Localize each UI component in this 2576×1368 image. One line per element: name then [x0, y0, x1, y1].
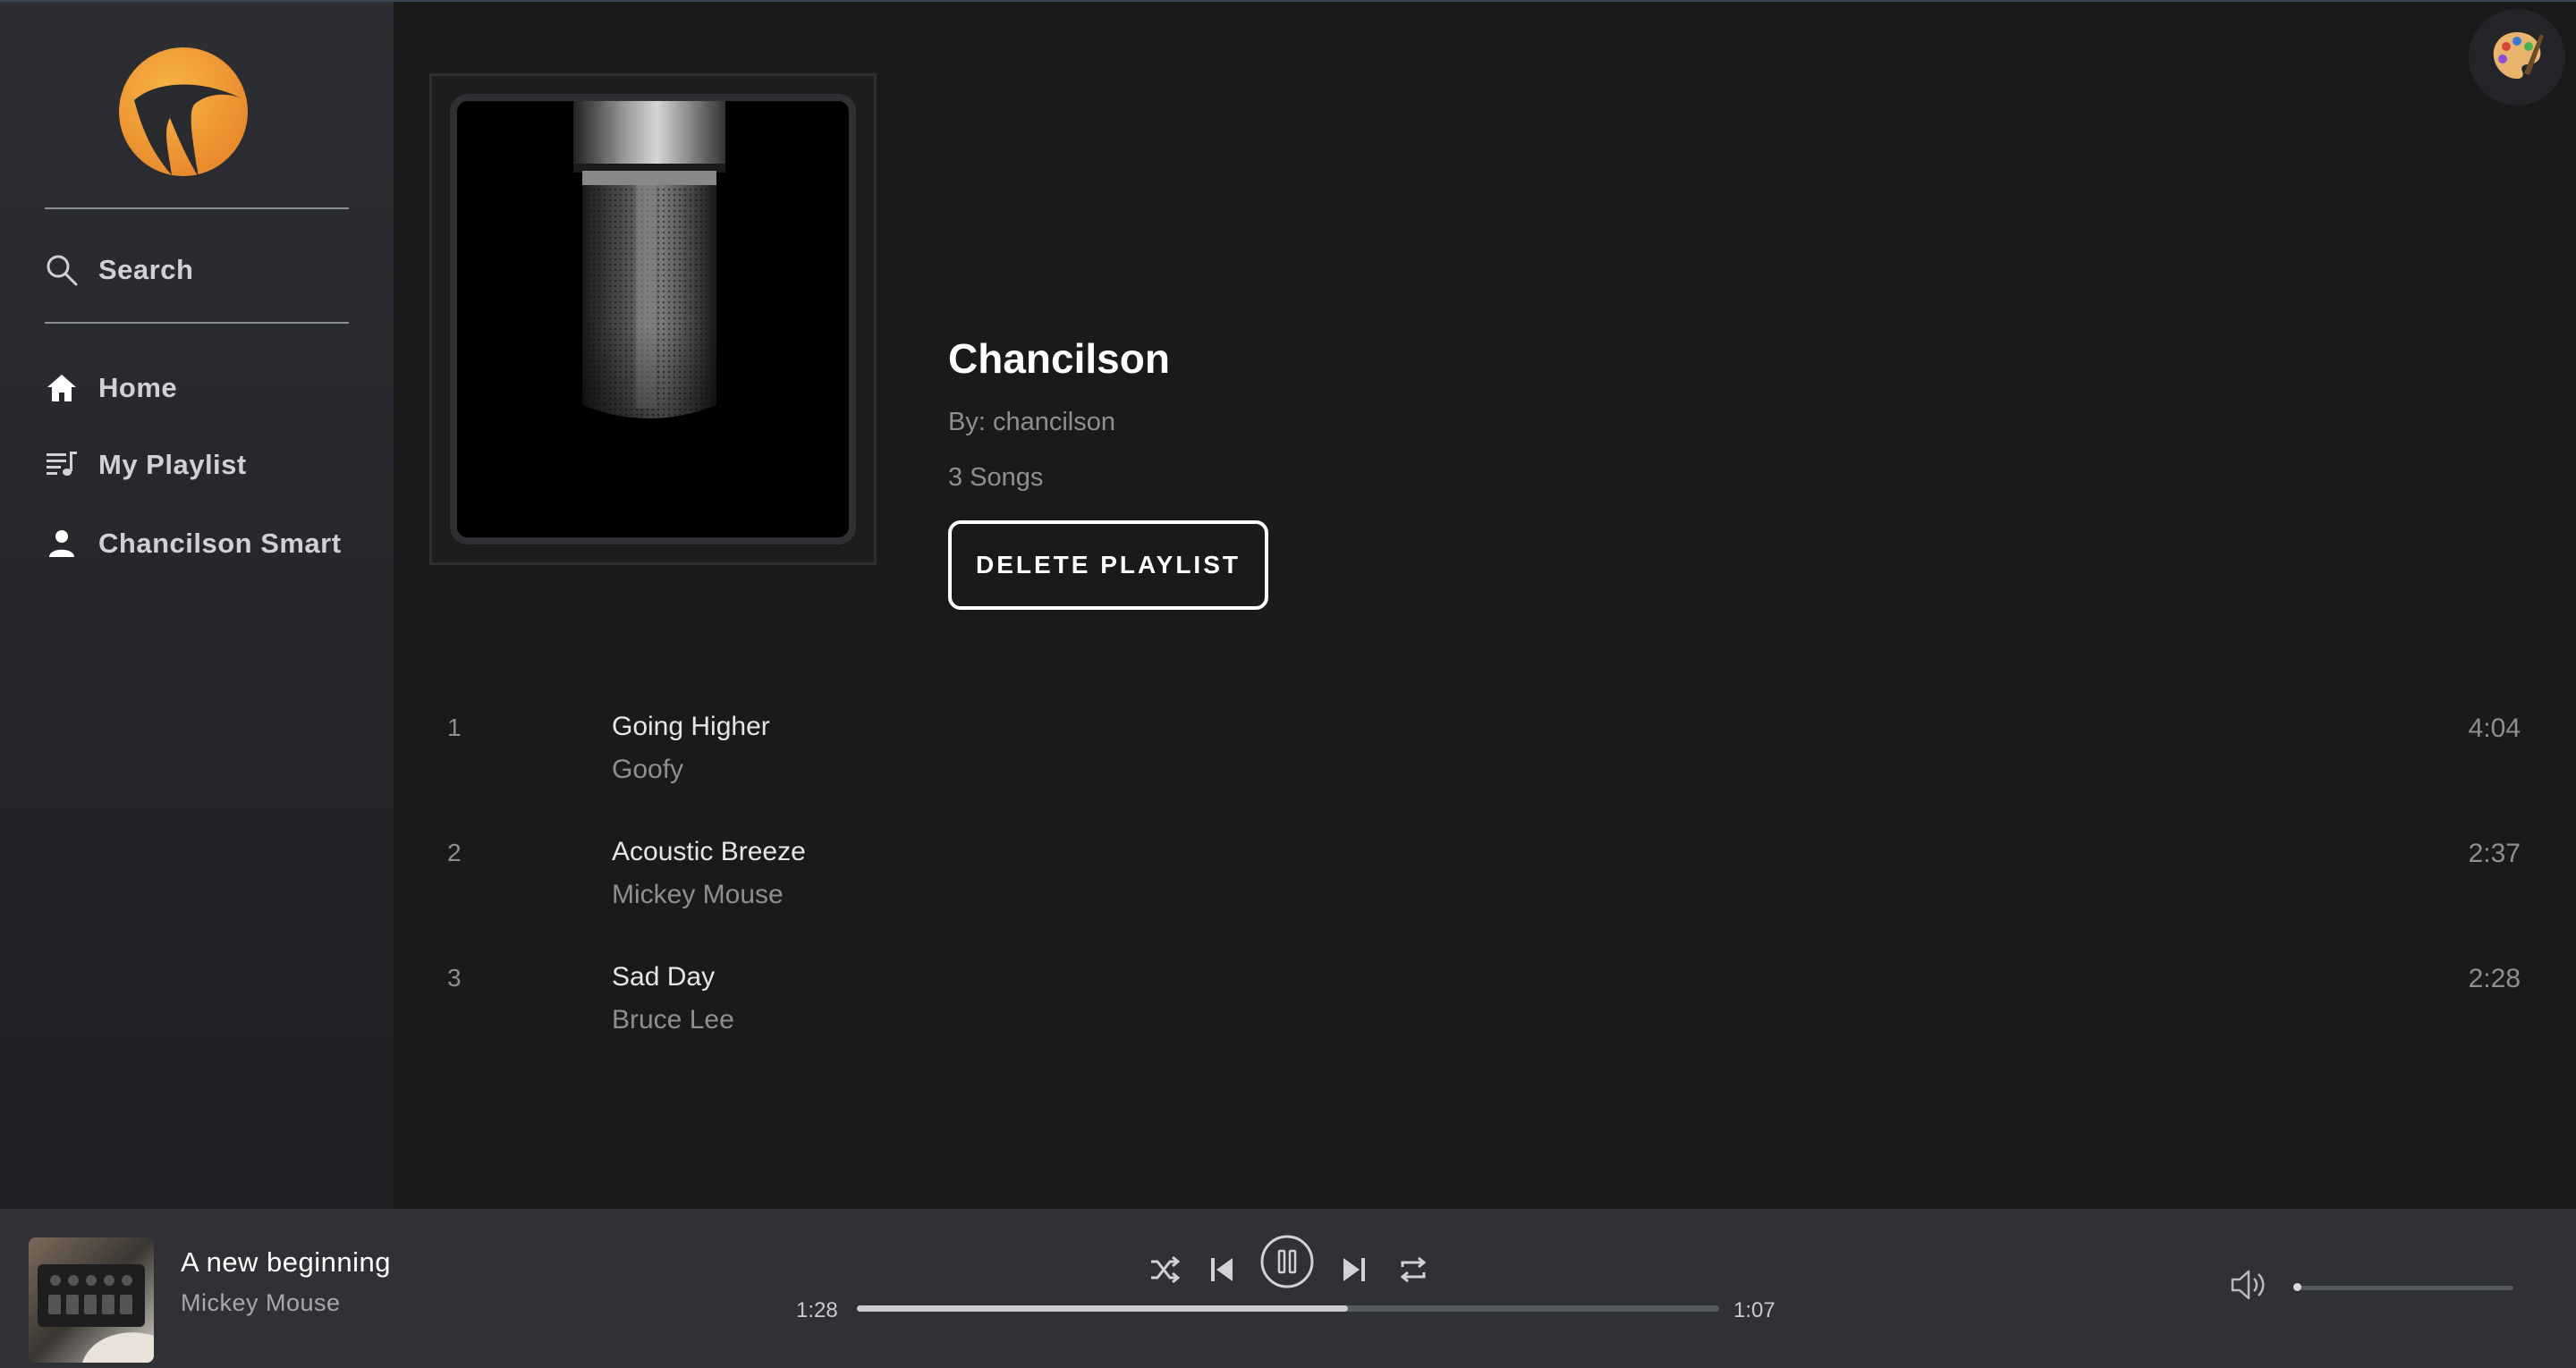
track-artist: Goofy: [612, 755, 684, 784]
playlist-icon: [45, 448, 79, 482]
playlist-song-count: 3 Songs: [948, 463, 1044, 492]
now-playing-artist: Mickey Mouse: [181, 1289, 341, 1316]
track-duration: 4:04: [2468, 714, 2521, 743]
sidebar-item-search[interactable]: Search: [45, 249, 193, 291]
sidebar-item-label: Chancilson Smart: [98, 528, 342, 559]
elapsed-time: 1:28: [796, 1298, 838, 1322]
track-row[interactable]: 3 Sad Day Bruce Lee 2:28: [394, 955, 2576, 1062]
palette-icon: [2488, 27, 2546, 89]
speaker-icon: [2229, 1270, 2270, 1307]
volume-button[interactable]: [2229, 1266, 2270, 1308]
playlist-title: Chancilson: [948, 335, 1170, 382]
sidebar-item-my-playlist[interactable]: My Playlist: [45, 443, 247, 486]
now-playing-title: A new beginning: [181, 1246, 392, 1278]
track-title: Acoustic Breeze: [612, 837, 806, 866]
sidebar-item-label: My Playlist: [98, 449, 247, 480]
sidebar-item-home[interactable]: Home: [45, 367, 177, 410]
sidebar-item-label: Home: [98, 372, 178, 403]
main-content: Chancilson By: chancilson 3 Songs DELETE…: [394, 2, 2576, 1209]
sidebar-item-label: Search: [98, 254, 194, 285]
app-window: Search Home My Playlist Chancilson Smart: [0, 0, 2576, 1368]
progress-fill: [857, 1305, 1349, 1312]
playlist-cover-frame: [429, 73, 877, 565]
now-playing-artwork[interactable]: [29, 1237, 154, 1363]
track-title: Going Higher: [612, 712, 770, 741]
sidebar-divider-bottom: [45, 322, 349, 324]
pause-button[interactable]: [1259, 1234, 1315, 1294]
progress-bar[interactable]: [857, 1305, 1719, 1312]
shuffle-icon: [1149, 1255, 1181, 1288]
playlist-owner: By: chancilson: [948, 408, 1115, 436]
track-row[interactable]: 2 Acoustic Breeze Mickey Mouse 2:37: [394, 830, 2576, 937]
search-icon: [45, 253, 79, 287]
delete-playlist-button[interactable]: DELETE PLAYLIST: [948, 520, 1268, 610]
volume-knob[interactable]: [2293, 1283, 2301, 1291]
playlist-cover-image: [450, 94, 856, 545]
volume-slider[interactable]: [2293, 1283, 2513, 1291]
skip-back-icon: [1209, 1256, 1234, 1288]
track-artist: Bruce Lee: [612, 1005, 734, 1034]
brand-logo-icon[interactable]: [116, 45, 250, 179]
track-number: 2: [447, 839, 462, 866]
track-number: 3: [447, 964, 462, 992]
pause-icon: [1259, 1234, 1315, 1294]
previous-button[interactable]: [1204, 1245, 1240, 1298]
home-icon: [45, 371, 79, 405]
track-artist: Mickey Mouse: [612, 880, 784, 909]
shuffle-button[interactable]: [1147, 1245, 1182, 1298]
track-duration: 2:28: [2468, 964, 2521, 993]
sidebar: Search Home My Playlist Chancilson Smart: [0, 2, 394, 1209]
skip-forward-icon: [1342, 1256, 1367, 1288]
sidebar-item-profile[interactable]: Chancilson Smart: [45, 522, 342, 565]
next-button[interactable]: [1336, 1245, 1372, 1298]
track-row[interactable]: 1 Going Higher Goofy 4:04: [394, 705, 2576, 812]
repeat-icon: [1397, 1256, 1429, 1288]
user-icon: [45, 527, 79, 561]
track-duration: 2:37: [2468, 839, 2521, 868]
player-bar: A new beginning Mickey Mouse 1:28 1:07: [0, 1209, 2576, 1368]
sidebar-divider-top: [45, 207, 349, 209]
remaining-time: 1:07: [1733, 1298, 1775, 1322]
track-title: Sad Day: [612, 962, 716, 992]
repeat-button[interactable]: [1394, 1245, 1433, 1298]
track-number: 1: [447, 714, 462, 741]
theme-button[interactable]: [2469, 9, 2565, 106]
